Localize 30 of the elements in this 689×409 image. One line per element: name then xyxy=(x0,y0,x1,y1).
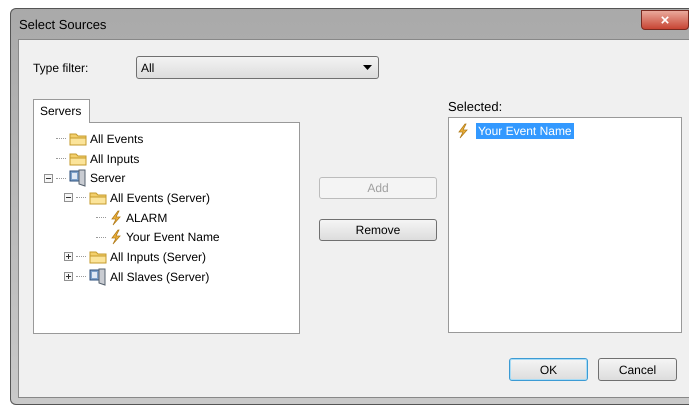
tree-item[interactable]: All Events (Server) xyxy=(110,190,210,205)
tree-item[interactable]: All Inputs (Server) xyxy=(110,250,206,264)
tree-item[interactable]: ALARM xyxy=(126,210,168,225)
list-label: Selected: xyxy=(448,99,504,114)
tree-item[interactable]: Server xyxy=(90,171,126,186)
folder-icon xyxy=(89,250,107,264)
caret-icon xyxy=(363,65,372,70)
lightning-icon xyxy=(109,229,123,246)
server-icon xyxy=(89,268,107,286)
server-icon xyxy=(69,169,87,188)
folder-icon xyxy=(69,132,87,146)
tree-item[interactable]: All Inputs xyxy=(90,152,140,166)
tree-item[interactable]: All Slaves (Server) xyxy=(110,270,210,284)
expand-icon[interactable] xyxy=(64,252,73,262)
tree-item[interactable]: All Events xyxy=(90,132,144,146)
ok-button[interactable]: OK xyxy=(509,358,588,381)
lightning-icon xyxy=(456,123,470,139)
folder-icon xyxy=(89,190,107,205)
collapse-icon[interactable] xyxy=(44,174,53,183)
window-title: Select Sources xyxy=(19,16,106,32)
lightning-icon xyxy=(109,210,123,226)
type-filter-dropdown[interactable]: All xyxy=(136,56,379,79)
folder-icon xyxy=(69,152,87,166)
tab[interactable]: Servers xyxy=(33,99,90,123)
field-label: Type filter: xyxy=(33,60,90,74)
expand-icon[interactable] xyxy=(64,272,73,282)
cancel-button[interactable]: Cancel xyxy=(598,358,677,381)
remove-button[interactable]: Remove xyxy=(319,219,437,241)
collapse-icon[interactable] xyxy=(64,193,73,202)
tree-item[interactable]: Your Event Name xyxy=(126,230,220,244)
